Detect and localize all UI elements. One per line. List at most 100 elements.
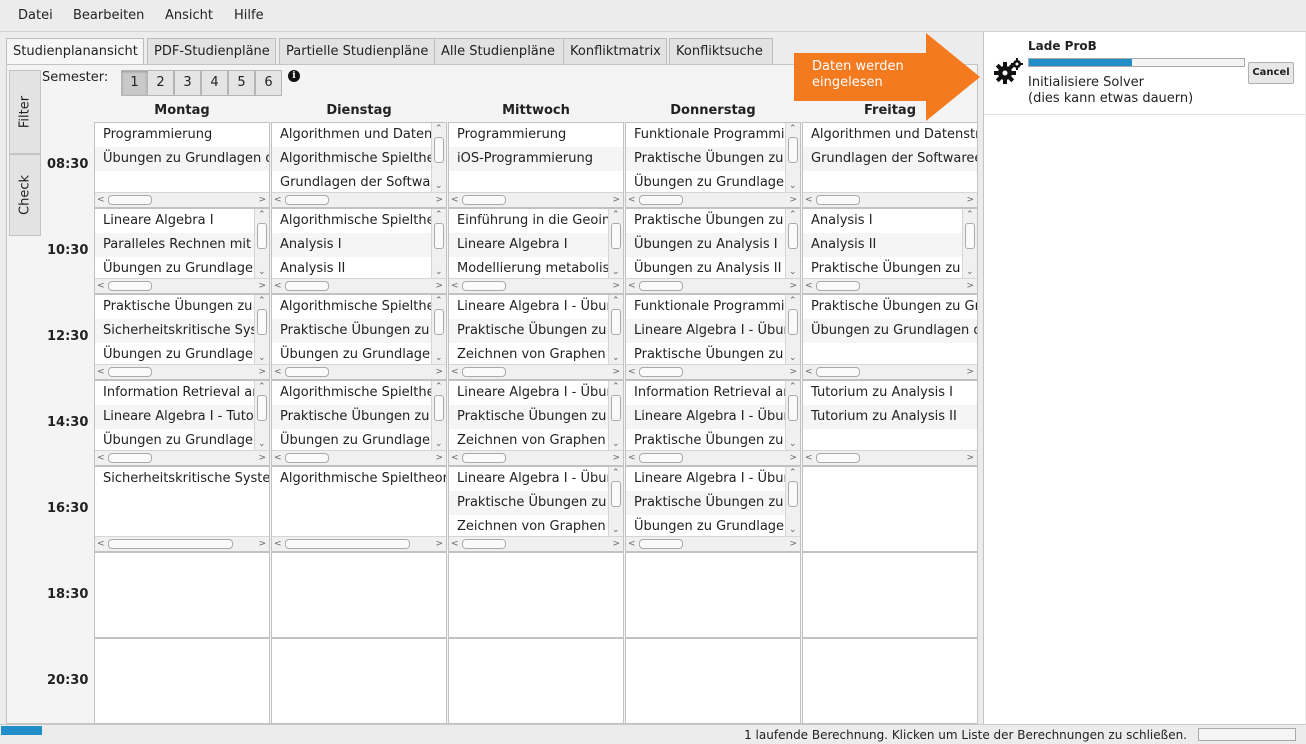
side-tab-filter[interactable]: Filter	[9, 70, 41, 154]
course-item[interactable]: Übungen zu Grundlagen d	[95, 147, 269, 171]
status-text[interactable]: 1 laufende Berechnung. Klicken um Liste …	[744, 728, 1187, 742]
vertical-scrollbar[interactable]: ⌃ ⌄	[608, 467, 623, 537]
scroll-down-icon[interactable]: ⌄	[789, 181, 797, 191]
course-item[interactable]: Algorithmen und Datenstr	[272, 123, 432, 147]
tab-studienplanansicht[interactable]: Studienplanansicht	[6, 38, 144, 65]
scroll-up-icon[interactable]: ⌃	[258, 382, 266, 392]
course-item[interactable]: Praktische Übungen zu	[95, 295, 255, 319]
schedule-cell[interactable]: Lineare Algebra I - Übun Praktische Übung…	[625, 466, 801, 552]
status-bar[interactable]: 1 laufende Berechnung. Klicken um Liste …	[0, 724, 1306, 744]
horizontal-scrollbar[interactable]: < >	[95, 536, 269, 551]
scroll-left-icon[interactable]: <	[274, 539, 282, 549]
schedule-cell[interactable]: Praktische Übungen zu Übungen zu Analysis…	[625, 208, 801, 294]
horizontal-scrollbar[interactable]: < >	[95, 192, 269, 207]
scroll-left-icon[interactable]: <	[805, 195, 813, 205]
scroll-thumb[interactable]	[965, 223, 975, 249]
scroll-thumb[interactable]	[108, 195, 152, 205]
schedule-cell[interactable]	[802, 638, 978, 724]
scroll-down-icon[interactable]: ⌄	[258, 439, 266, 449]
semester-button-3[interactable]: 3	[174, 70, 201, 96]
horizontal-scrollbar[interactable]: < >	[95, 364, 269, 379]
scroll-thumb[interactable]	[285, 453, 329, 463]
course-item[interactable]: Algorithmische Spieltheori	[272, 467, 446, 491]
course-item[interactable]: Programmierung	[95, 123, 269, 147]
scroll-thumb[interactable]	[462, 539, 506, 549]
schedule-cell[interactable]: Algorithmen und DatenstrAlgorithmische S…	[271, 122, 447, 208]
scroll-up-icon[interactable]: ⌃	[612, 210, 620, 220]
horizontal-scrollbar[interactable]: < >	[803, 192, 977, 207]
vertical-scrollbar[interactable]: ⌃ ⌄	[431, 295, 446, 365]
scroll-up-icon[interactable]: ⌃	[612, 468, 620, 478]
status-progress-bar[interactable]	[1198, 728, 1296, 741]
tab-alle-studienplaene[interactable]: Alle Studienpläne	[434, 38, 564, 64]
vertical-scrollbar[interactable]: ⌃ ⌄	[785, 123, 800, 193]
scroll-thumb[interactable]	[285, 195, 329, 205]
scroll-thumb[interactable]	[816, 453, 860, 463]
tab-partielle-studienplaene[interactable]: Partielle Studienpläne	[279, 38, 437, 64]
course-item[interactable]: Lineare Algebra I - Übun	[449, 381, 609, 405]
horizontal-scrollbar[interactable]: < >	[272, 450, 446, 465]
scroll-right-icon[interactable]: >	[258, 539, 266, 549]
schedule-cell[interactable]: Lineare Algebra I - Übun Praktische Übung…	[448, 466, 624, 552]
schedule-cell[interactable]	[271, 638, 447, 724]
schedule-cell[interactable]: Analysis I Analysis II Praktische Übungen …	[802, 208, 978, 294]
scroll-left-icon[interactable]: <	[451, 281, 459, 291]
schedule-cell[interactable]: Tutorium zu Analysis I Tutorium zu Analys…	[802, 380, 978, 466]
scroll-left-icon[interactable]: <	[97, 453, 105, 463]
scroll-down-icon[interactable]: ⌄	[258, 267, 266, 277]
course-item[interactable]: Funktionale Programmier	[626, 295, 786, 319]
vertical-scrollbar[interactable]: ⌃ ⌄	[608, 295, 623, 365]
course-item[interactable]: Einführung in die Geoinf	[449, 209, 609, 233]
scroll-right-icon[interactable]: >	[258, 453, 266, 463]
horizontal-scrollbar[interactable]: < >	[626, 192, 800, 207]
scroll-right-icon[interactable]: >	[789, 281, 797, 291]
scroll-up-icon[interactable]: ⌃	[789, 468, 797, 478]
course-item[interactable]: Lineare Algebra I - Tuto	[95, 405, 255, 429]
course-item[interactable]: Tutorium zu Analysis I	[803, 381, 977, 405]
scroll-thumb[interactable]	[639, 195, 683, 205]
scroll-up-icon[interactable]: ⌃	[789, 210, 797, 220]
course-item[interactable]: Algorithmische Spieltheor	[272, 381, 432, 405]
scroll-thumb[interactable]	[788, 395, 798, 421]
scroll-thumb[interactable]	[108, 281, 152, 291]
scroll-right-icon[interactable]: >	[258, 281, 266, 291]
scroll-left-icon[interactable]: <	[97, 281, 105, 291]
scroll-thumb[interactable]	[816, 281, 860, 291]
scroll-down-icon[interactable]: ⌄	[258, 353, 266, 363]
scroll-thumb[interactable]	[788, 137, 798, 163]
scroll-thumb[interactable]	[285, 281, 329, 291]
scroll-thumb[interactable]	[788, 223, 798, 249]
schedule-cell[interactable]: Praktische Übungen zu Gru Übungen zu Grun…	[802, 294, 978, 380]
scroll-thumb[interactable]	[611, 395, 621, 421]
tab-konfliktsuche[interactable]: Konfliktsuche	[669, 38, 773, 64]
scroll-right-icon[interactable]: >	[612, 453, 620, 463]
scroll-right-icon[interactable]: >	[435, 195, 443, 205]
scroll-right-icon[interactable]: >	[435, 453, 443, 463]
scroll-down-icon[interactable]: ⌄	[612, 267, 620, 277]
scroll-up-icon[interactable]: ⌃	[435, 296, 443, 306]
scroll-down-icon[interactable]: ⌄	[435, 267, 443, 277]
scroll-down-icon[interactable]: ⌄	[435, 439, 443, 449]
course-item[interactable]: Praktische Übungen zu	[626, 147, 786, 171]
scroll-left-icon[interactable]: <	[451, 453, 459, 463]
horizontal-scrollbar[interactable]: < >	[626, 450, 800, 465]
scroll-left-icon[interactable]: <	[805, 281, 813, 291]
semester-button-6[interactable]: 6	[255, 70, 282, 96]
horizontal-scrollbar[interactable]: < >	[449, 192, 623, 207]
course-item[interactable]: Praktische Übungen zu	[626, 209, 786, 233]
scroll-down-icon[interactable]: ⌄	[612, 525, 620, 535]
scroll-left-icon[interactable]: <	[628, 281, 636, 291]
schedule-cell[interactable]	[448, 552, 624, 638]
schedule-cell[interactable]	[271, 552, 447, 638]
schedule-cell[interactable]: Programmierung Übungen zu Grundlagen d < >	[94, 122, 270, 208]
scroll-right-icon[interactable]: >	[435, 539, 443, 549]
horizontal-scrollbar[interactable]: < >	[626, 536, 800, 551]
course-item[interactable]: Lineare Algebra I - Übun	[449, 295, 609, 319]
schedule-cell[interactable]	[94, 552, 270, 638]
schedule-cell[interactable]: Einführung in die Geoinf Lineare Algebra …	[448, 208, 624, 294]
schedule-cell[interactable]	[94, 638, 270, 724]
scroll-down-icon[interactable]: ⌄	[789, 525, 797, 535]
vertical-scrollbar[interactable]: ⌃ ⌄	[431, 381, 446, 451]
schedule-cell[interactable]: Funktionale Programmier Praktische Übunge…	[625, 122, 801, 208]
scroll-up-icon[interactable]: ⌃	[612, 296, 620, 306]
